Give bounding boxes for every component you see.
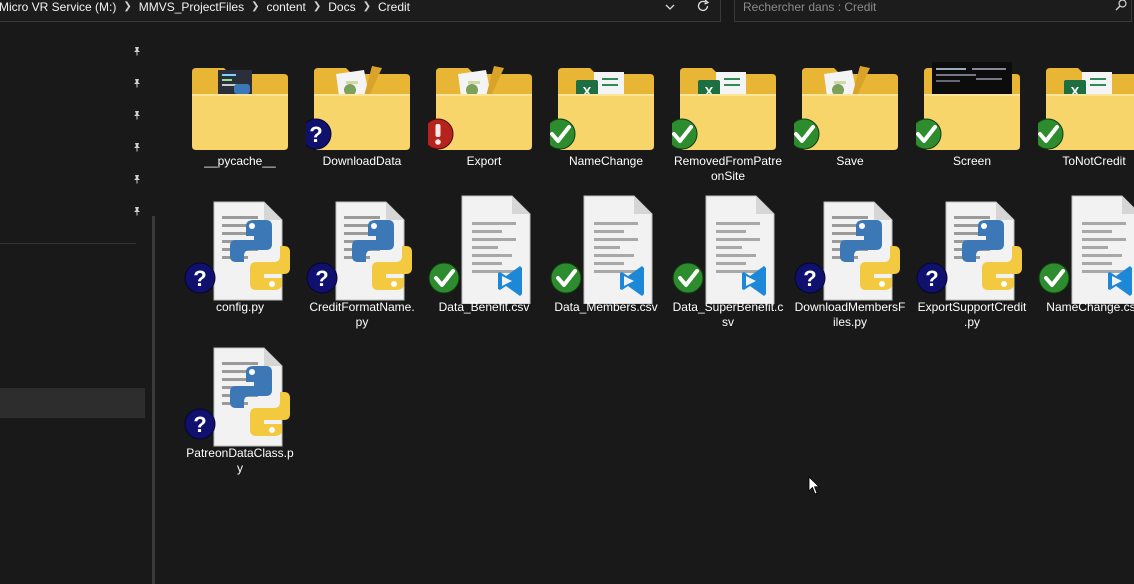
breadcrumb-credit[interactable]: Credit [378,0,410,14]
file-name: NameChange.csv [1046,300,1134,314]
folder-icon [192,68,288,150]
file-item[interactable]: NameChange.csv [1038,192,1134,332]
file-name: PatreonDataClass.py [186,446,294,475]
file-name: RemovedFromPatreonSite [673,154,783,183]
svg-text:?: ? [193,266,206,291]
csv-file-icon [1038,195,1134,304]
file-item[interactable]: Export [428,54,540,194]
file-item[interactable]: ? config.py [184,192,296,332]
search-placeholder: Rechercher dans : Credit [743,0,877,14]
svg-text:?: ? [193,412,206,437]
folder-icon: X [672,68,776,150]
folder-icon: X [550,68,654,150]
refresh-icon[interactable] [696,0,710,13]
pin-icon[interactable] [132,206,142,216]
file-name: Save [836,154,864,168]
file-name: Export [466,154,502,168]
breadcrumb-projectfiles[interactable]: MMVS_ProjectFiles [139,0,244,14]
file-name: ToNotCredit [1062,154,1126,168]
address-bar[interactable]: Micro VR Service (M:) ❯ MMVS_ProjectFile… [0,0,721,22]
svg-text:?: ? [803,266,816,291]
csv-file-icon [672,195,775,304]
file-item[interactable]: Screen [916,54,1028,194]
search-input[interactable]: Rechercher dans : Credit [734,0,1132,22]
pin-icon[interactable] [132,46,142,56]
file-item[interactable]: ? CreditFormatName.py [306,192,418,332]
pin-icon[interactable] [132,174,142,184]
file-name: Data_Benefit.csv [438,300,530,314]
sidebar-divider [0,243,136,244]
file-name: Data_SuperBenefit.csv [672,300,784,329]
breadcrumb-docs[interactable]: Docs [328,0,355,14]
sidebar-scrollbar[interactable] [152,216,155,584]
sidebar-item-selected[interactable] [0,388,145,418]
svg-text:?: ? [315,266,328,291]
file-grid: __pycache__ ? DownloadData Export X Name… [156,24,1134,584]
folder-icon [428,66,532,150]
breadcrumb-drive[interactable]: Micro VR Service (M:) [0,0,116,14]
python-file-icon: ? [306,201,412,301]
file-name: CreditFormatName.py [309,300,415,329]
file-item[interactable]: ? ExportSupportCredit.py [916,192,1028,332]
chevron-down-icon[interactable] [665,2,675,14]
python-file-icon: ? [184,347,290,447]
file-name: ExportSupportCredit.py [917,300,1027,329]
search-icon[interactable] [1115,0,1127,11]
pin-icon[interactable] [132,142,142,152]
file-name: __pycache__ [204,154,276,168]
csv-file-icon [428,195,531,304]
python-file-icon: ? [184,201,290,301]
file-item[interactable]: X ToNotCredit [1038,54,1134,194]
folder-icon: X [1038,68,1134,150]
folder-icon [916,62,1020,150]
file-item[interactable]: Data_Benefit.csv [428,192,540,332]
breadcrumb-separator-icon[interactable]: ❯ [123,0,131,14]
navigation-pane [0,24,152,584]
breadcrumb-separator-icon[interactable]: ❯ [251,0,259,14]
file-item[interactable]: ? DownloadMembersFiles.py [794,192,906,332]
file-item[interactable]: Save [794,54,906,194]
breadcrumb: Micro VR Service (M:) ❯ MMVS_ProjectFile… [0,0,410,14]
breadcrumb-content[interactable]: content [266,0,305,14]
file-name: NameChange [568,154,644,168]
breadcrumb-separator-icon[interactable]: ❯ [313,0,321,14]
file-item[interactable]: __pycache__ [184,54,296,194]
file-item[interactable]: X NameChange [550,54,662,194]
file-item[interactable]: ? PatreonDataClass.py [184,338,296,478]
file-item[interactable]: ? DownloadData [306,54,418,194]
file-name: Data_Members.csv [554,300,658,314]
csv-file-icon [550,195,653,304]
file-name: config.py [215,300,265,314]
file-name: DownloadMembersFiles.py [794,300,906,329]
folder-icon: ? [306,66,410,150]
svg-text:?: ? [925,266,938,291]
file-name: Screen [952,154,992,168]
pin-icon[interactable] [132,78,142,88]
python-file-icon: ? [794,201,900,301]
folder-icon [794,66,898,150]
file-item[interactable]: Data_Members.csv [550,192,662,332]
mouse-cursor-icon [808,476,820,495]
file-item[interactable]: X RemovedFromPatreonSite [672,54,784,194]
python-file-icon: ? [916,201,1022,301]
svg-text:?: ? [309,122,322,147]
file-name: DownloadData [322,154,402,168]
breadcrumb-separator-icon[interactable]: ❯ [363,0,371,14]
top-bar: Micro VR Service (M:) ❯ MMVS_ProjectFile… [0,0,1134,24]
file-item[interactable]: Data_SuperBenefit.csv [672,192,784,332]
pin-icon[interactable] [132,110,142,120]
